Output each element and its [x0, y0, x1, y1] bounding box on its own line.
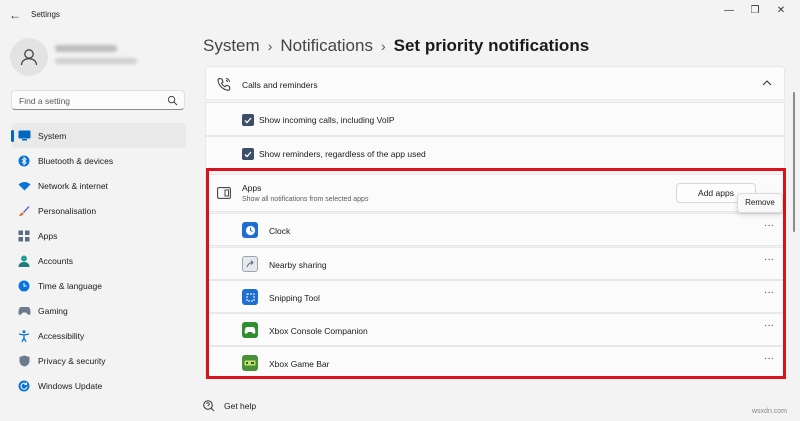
sidebar-item-time-language[interactable]: Time & language: [11, 273, 186, 298]
shield-icon: [17, 354, 31, 368]
breadcrumb-notifications[interactable]: Notifications: [280, 36, 373, 55]
sidebar-item-label: Privacy & security: [38, 355, 106, 366]
calls-reminders-expander[interactable]: Calls and reminders: [205, 66, 785, 100]
sidebar-item-accessibility[interactable]: Accessibility: [11, 323, 186, 348]
sidebar-item-label: Gaming: [38, 305, 68, 316]
chevron-up-icon[interactable]: [762, 79, 772, 87]
account-icon: [17, 254, 31, 268]
minimize-icon[interactable]: —: [718, 4, 740, 18]
sidebar-item-label: Accounts: [38, 255, 73, 266]
sidebar-item-label: Time & language: [38, 280, 102, 291]
title-bar: ← Settings — ❐ ✕: [0, 0, 800, 30]
search-placeholder: Find a setting: [19, 96, 71, 106]
sidebar-item-label: Apps: [38, 230, 58, 241]
chevron-right-icon: ›: [267, 38, 273, 54]
sidebar-item-label: Personalisation: [38, 205, 97, 216]
breadcrumb-system[interactable]: System: [203, 36, 260, 55]
reminders-checkbox[interactable]: [242, 148, 254, 160]
breadcrumb: System › Notifications › Set priority notifi…: [203, 36, 589, 56]
sidebar-item-system[interactable]: System: [11, 123, 186, 148]
gamepad-icon: [17, 304, 31, 318]
sidebar-item-label: Accessibility: [38, 330, 85, 341]
sidebar-item-privacy[interactable]: Privacy & security: [11, 348, 186, 373]
incoming-calls-checkbox[interactable]: [242, 114, 254, 126]
remove-menu-item[interactable]: Remove: [737, 193, 783, 213]
sidebar-item-label: Bluetooth & devices: [38, 155, 114, 166]
chevron-right-icon: ›: [380, 38, 386, 54]
search-input[interactable]: Find a setting: [11, 90, 185, 110]
apps-grid-icon: [17, 229, 31, 243]
sidebar-item-accounts[interactable]: Accounts: [11, 248, 186, 273]
sidebar-item-gaming[interactable]: Gaming: [11, 298, 186, 323]
person-icon: [10, 38, 48, 76]
brush-icon: [17, 204, 31, 218]
accessibility-icon: [17, 329, 31, 343]
get-help-label: Get help: [224, 401, 257, 411]
maximize-icon[interactable]: ❐: [744, 4, 766, 18]
scrollbar[interactable]: [793, 92, 795, 232]
bluetooth-icon: [17, 154, 31, 168]
globe-clock-icon: [17, 279, 31, 293]
watermark: wsxdn.com: [752, 408, 788, 415]
sidebar-nav: System Bluetooth & devices Network & int…: [11, 123, 186, 398]
user-email-blurred: [55, 58, 137, 64]
incoming-calls-label: Show incoming calls, including VoIP: [259, 115, 395, 125]
reminders-label: Show reminders, regardless of the app us…: [259, 149, 426, 159]
monitor-icon: [17, 129, 31, 143]
highlight-box: [206, 168, 786, 379]
page-title: Set priority notifications: [393, 36, 590, 55]
sidebar-item-label: System: [38, 130, 67, 141]
reminders-row: Show reminders, regardless of the app us…: [205, 136, 785, 170]
wifi-icon: [17, 179, 31, 193]
sidebar-item-label: Network & internet: [38, 180, 108, 191]
calls-reminders-title: Calls and reminders: [242, 80, 318, 90]
incoming-calls-row: Show incoming calls, including VoIP: [205, 102, 785, 136]
get-help-link[interactable]: Get help: [203, 400, 256, 412]
phone-icon: [217, 77, 231, 91]
sidebar-item-personalisation[interactable]: Personalisation: [11, 198, 186, 223]
user-name-blurred: [55, 45, 117, 52]
close-icon[interactable]: ✕: [770, 4, 792, 18]
refresh-icon: [17, 379, 31, 393]
sidebar-item-label: Windows Update: [38, 380, 103, 391]
app-title: Settings: [31, 10, 60, 19]
search-icon: [167, 95, 178, 106]
sidebar-item-apps[interactable]: Apps: [11, 223, 186, 248]
sidebar-item-windows-update[interactable]: Windows Update: [11, 373, 186, 398]
help-icon: [203, 400, 215, 412]
arrow-left-icon[interactable]: ←: [8, 8, 22, 22]
sidebar-item-bluetooth[interactable]: Bluetooth & devices: [11, 148, 186, 173]
sidebar-item-network[interactable]: Network & internet: [11, 173, 186, 198]
user-profile[interactable]: [10, 38, 190, 78]
